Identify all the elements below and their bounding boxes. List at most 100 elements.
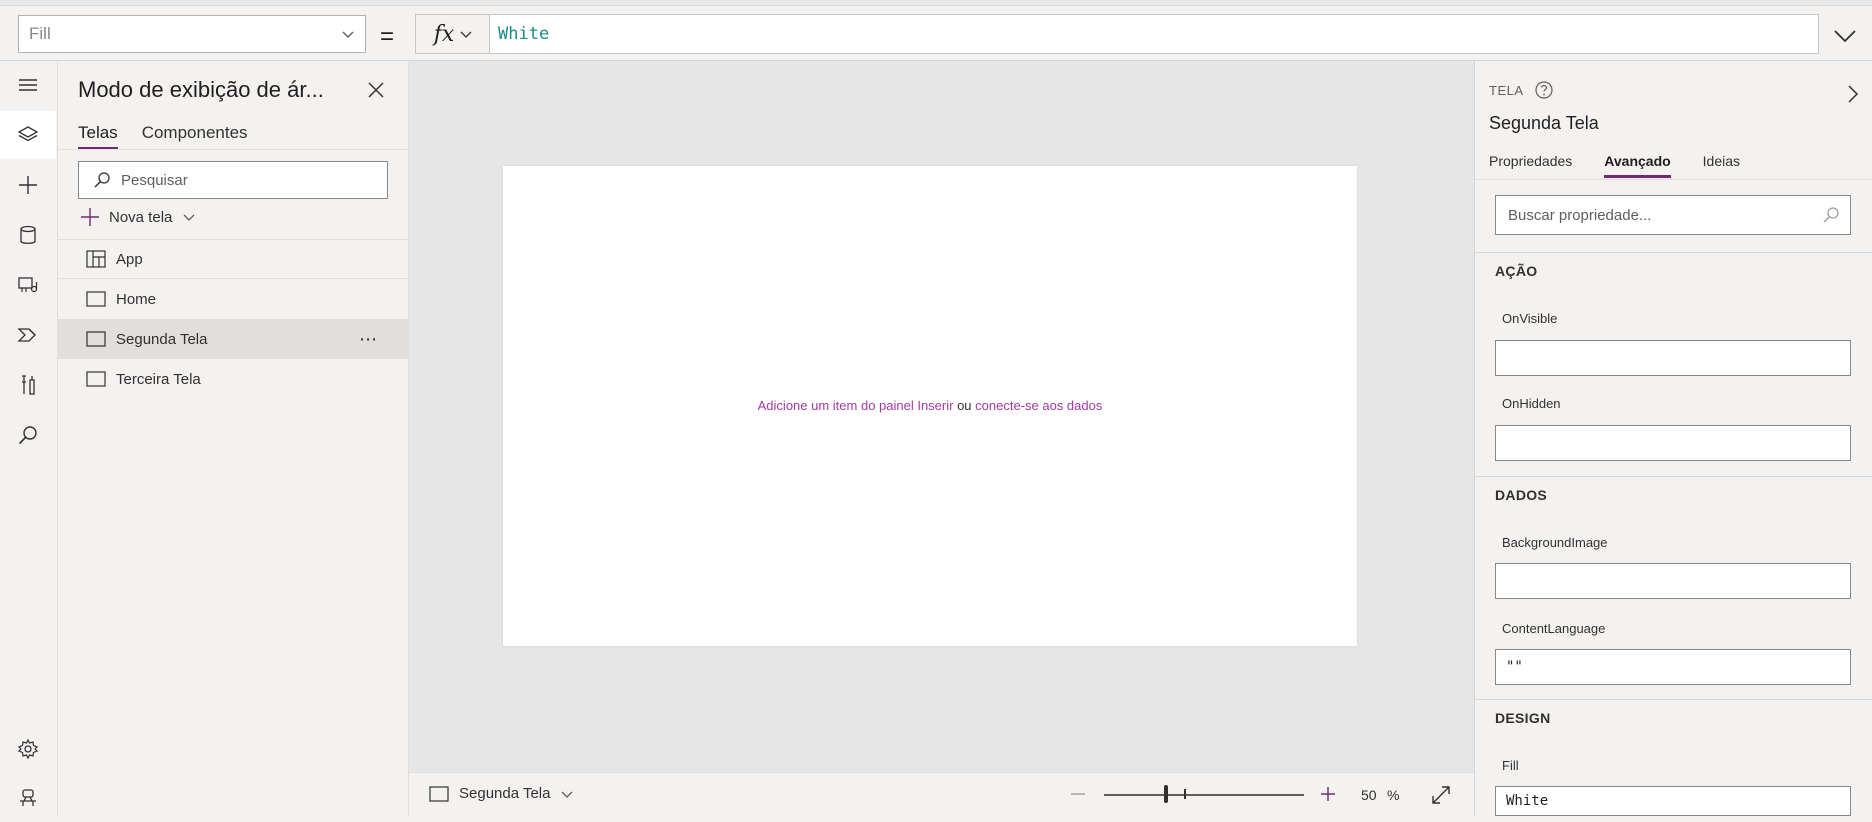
contentlanguage-label: ContentLanguage bbox=[1502, 621, 1606, 636]
tree-item-app[interactable]: App bbox=[58, 239, 408, 279]
zoom-in-icon[interactable] bbox=[1319, 785, 1337, 803]
properties-panel: TELA Segunda Tela Propriedades Avançado … bbox=[1474, 61, 1872, 816]
tree-view-button[interactable] bbox=[0, 111, 56, 159]
app-icon bbox=[86, 250, 106, 268]
screen-icon bbox=[86, 371, 106, 387]
zoom-unit: % bbox=[1387, 787, 1400, 803]
insert-button[interactable] bbox=[0, 161, 56, 209]
virtual-agent-button[interactable] bbox=[0, 774, 56, 822]
tools-icon bbox=[22, 375, 35, 395]
property-search-placeholder: Buscar propriedade... bbox=[1508, 206, 1652, 224]
media-button[interactable] bbox=[0, 261, 56, 309]
properties-tabs: Propriedades Avançado Ideias bbox=[1489, 153, 1740, 178]
tree-view-tabs: Telas Componentes bbox=[78, 123, 248, 150]
formula-bar: Fill = fx White bbox=[0, 6, 1872, 61]
chevron-right-icon[interactable] bbox=[1845, 83, 1861, 105]
more-options-button[interactable]: ⋯ bbox=[359, 329, 378, 350]
zoom-slider-track[interactable] bbox=[1104, 794, 1304, 796]
equals-sign: = bbox=[380, 23, 395, 50]
screen-picker-dropdown[interactable]: Segunda Tela bbox=[429, 785, 584, 802]
power-automate-button[interactable] bbox=[0, 311, 56, 359]
tab-componentes[interactable]: Componentes bbox=[142, 123, 248, 150]
hamburger-menu-button[interactable] bbox=[0, 61, 56, 109]
screen-list: App Home Segunda Tela ⋯ Terceira Tela bbox=[58, 239, 408, 399]
divider bbox=[1475, 699, 1872, 700]
fit-to-window-icon[interactable] bbox=[1430, 784, 1452, 806]
power-automate-icon bbox=[17, 328, 36, 342]
search-icon bbox=[1823, 207, 1839, 223]
zoom-slider-default-marker bbox=[1184, 789, 1186, 799]
backgroundimage-input[interactable] bbox=[1495, 563, 1851, 599]
gear-icon bbox=[17, 738, 39, 760]
property-dropdown[interactable]: Fill bbox=[18, 15, 366, 53]
close-icon[interactable] bbox=[366, 80, 386, 100]
plus-icon bbox=[19, 176, 37, 194]
tree-item-terceira-tela[interactable]: Terceira Tela bbox=[58, 359, 408, 399]
layers-icon bbox=[17, 126, 39, 142]
zoom-slider-thumb[interactable] bbox=[1164, 785, 1168, 803]
tree-item-home[interactable]: Home bbox=[58, 279, 408, 319]
section-design: DESIGN bbox=[1495, 710, 1551, 726]
onvisible-label: OnVisible bbox=[1502, 311, 1558, 326]
app-screen-canvas[interactable]: Adicione um item do painel Inserir ou co… bbox=[503, 166, 1357, 646]
search-icon bbox=[18, 426, 37, 445]
divider bbox=[1475, 476, 1872, 477]
tree-search-input[interactable]: Pesquisar bbox=[78, 161, 388, 199]
fill-label: Fill bbox=[1502, 758, 1519, 773]
virtual-agent-icon bbox=[20, 789, 36, 806]
divider bbox=[58, 149, 408, 150]
formula-value: White bbox=[498, 24, 550, 44]
new-screen-label: Nova tela bbox=[109, 208, 173, 226]
new-screen-button[interactable]: Nova tela bbox=[80, 207, 205, 227]
fill-input[interactable]: White bbox=[1495, 786, 1851, 816]
fx-label: fx bbox=[433, 21, 455, 47]
canvas-status-bar: Segunda Tela 50 % bbox=[409, 772, 1474, 816]
help-icon[interactable] bbox=[1534, 80, 1554, 100]
tab-ideias[interactable]: Ideias bbox=[1703, 153, 1740, 178]
onhidden-label: OnHidden bbox=[1502, 396, 1561, 411]
plus-icon bbox=[81, 208, 99, 226]
divider bbox=[1475, 179, 1872, 180]
canvas-area[interactable]: Adicione um item do painel Inserir ou co… bbox=[409, 61, 1474, 772]
expand-formula-chevron-icon[interactable] bbox=[1830, 24, 1860, 48]
zoom-out-icon[interactable] bbox=[1069, 785, 1087, 803]
tree-item-label: App bbox=[116, 250, 143, 268]
settings-button[interactable] bbox=[0, 725, 56, 773]
property-search-input[interactable]: Buscar propriedade... bbox=[1495, 195, 1851, 235]
left-navigation-rail bbox=[0, 61, 58, 816]
insert-panel-link[interactable]: Adicione um item do painel Inserir bbox=[758, 398, 954, 413]
screen-picker-label: Segunda Tela bbox=[459, 785, 551, 802]
tree-view-title: Modo de exibição de ár... bbox=[78, 77, 324, 102]
empty-screen-hint: Adicione um item do painel Inserir ou co… bbox=[503, 398, 1357, 413]
control-type-label: TELA bbox=[1489, 82, 1524, 98]
search-icon bbox=[94, 172, 110, 188]
chevron-down-icon bbox=[183, 214, 195, 221]
tree-search-placeholder: Pesquisar bbox=[121, 171, 188, 189]
divider bbox=[1475, 252, 1872, 253]
formula-input[interactable]: White bbox=[489, 14, 1819, 54]
chevron-down-icon bbox=[342, 31, 354, 38]
selected-control-name: Segunda Tela bbox=[1489, 113, 1599, 133]
tree-view-panel: Modo de exibição de ár... Telas Componen… bbox=[58, 61, 409, 816]
screen-icon bbox=[429, 785, 449, 802]
fx-button[interactable]: fx bbox=[415, 14, 490, 54]
search-rail-button[interactable] bbox=[0, 411, 56, 459]
tree-item-segunda-tela[interactable]: Segunda Tela ⋯ bbox=[58, 319, 408, 359]
hamburger-icon bbox=[19, 79, 37, 91]
tab-propriedades[interactable]: Propriedades bbox=[1489, 153, 1572, 178]
contentlanguage-input[interactable]: "" bbox=[1495, 649, 1851, 685]
backgroundimage-label: BackgroundImage bbox=[1502, 535, 1608, 550]
database-icon bbox=[20, 225, 36, 244]
advanced-tools-button[interactable] bbox=[0, 361, 56, 409]
onhidden-input[interactable] bbox=[1495, 425, 1851, 461]
screen-icon bbox=[86, 331, 106, 347]
tab-telas[interactable]: Telas bbox=[78, 123, 118, 150]
media-icon bbox=[18, 277, 38, 293]
tree-item-label: Home bbox=[116, 290, 157, 308]
tree-item-label: Segunda Tela bbox=[116, 330, 208, 348]
onvisible-input[interactable] bbox=[1495, 340, 1851, 376]
connect-data-link[interactable]: conecte-se aos dados bbox=[975, 398, 1102, 413]
section-dados: DADOS bbox=[1495, 487, 1548, 503]
data-button[interactable] bbox=[0, 211, 56, 259]
tab-avancado[interactable]: Avançado bbox=[1604, 153, 1671, 178]
